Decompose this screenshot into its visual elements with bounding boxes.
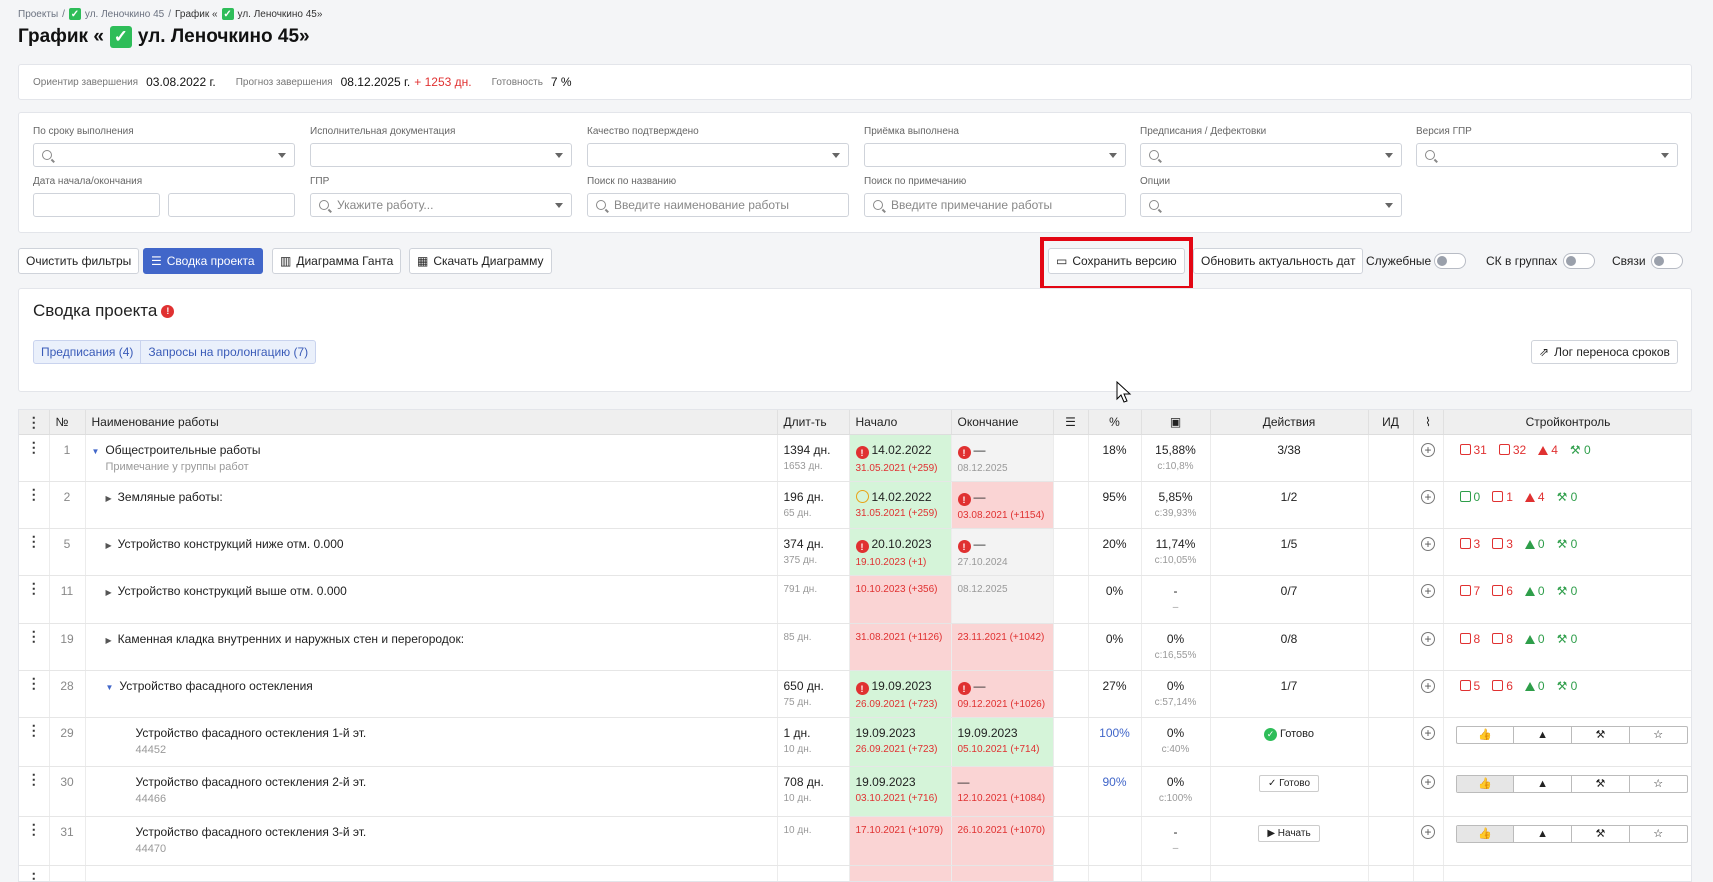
date-end-input[interactable] [168,193,295,217]
breadcrumb-current: ул. Леночкино 45» [237,8,323,20]
table-row[interactable]: ⋮ 28 ▼ Устройство фасадного остекления 65… [19,670,1691,718]
table-row[interactable]: ⋮ 19 ▶ Каменная кладка внутренних и наруж… [19,623,1691,671]
search-icon [873,200,883,210]
table-row[interactable]: ⋮ 11 ▶ Устройство конструкций выше отм. 0… [19,575,1691,624]
download-chart-button[interactable]: ▦ Скачать Диаграмму [409,248,552,274]
row-menu-icon[interactable]: ⋮ [19,434,50,482]
table-row[interactable]: ⋮ 5 ▶ Устройство конструкций ниже отм. 0.… [19,528,1691,576]
table-row[interactable]: ⋮ 29 Устройство фасадного остекления 1-й… [19,717,1691,767]
chevron-down-icon [555,153,563,158]
table-row[interactable]: ⋮ 2 ▶ Земляные работы: 196 дн. 65 дн. 14.0… [19,481,1691,529]
table-row[interactable]: ⋮ [19,865,1691,881]
works-table: ⋮ № Наименование работы Длит-ть Начало О… [18,409,1692,882]
check-icon: ✓ [109,26,132,48]
gpr-select[interactable]: Укажите работу... [310,193,572,217]
check-circle-icon: ✓ [1264,727,1278,741]
deadline-select[interactable] [33,143,295,167]
bar-chart-icon: ▥ [280,254,292,268]
search-icon [319,200,329,210]
breadcrumb-project[interactable]: ул. Леночкино 45 [85,9,164,20]
options-select[interactable] [1140,193,1402,217]
chevron-down-icon [1109,153,1117,158]
star-icon[interactable]: ☆ [1628,726,1687,743]
exec-docs-select[interactable] [310,143,572,167]
search-note-input[interactable]: Введите примечание работы [864,193,1126,217]
transfer-log-button[interactable]: ⇗ Лог переноса сроков [1531,340,1678,364]
clock-icon [855,489,869,503]
search-icon [42,150,52,160]
cost-icon[interactable]: ▣ [1141,410,1211,435]
breadcrumb-current-prefix: График « [175,8,218,20]
chevron-down-icon [1385,203,1393,208]
chevron-down-icon [1661,153,1669,158]
excel-icon: ▦ [417,254,429,268]
search-icon [1149,150,1159,160]
attachment-icon: ⌇ [1413,410,1444,435]
table-row[interactable]: ⋮ 31 Устройство фасадного остекления 3-й… [19,816,1691,866]
chevron-down-icon [1385,153,1393,158]
project-summary-button[interactable]: ☰ Сводка проекта [143,248,263,274]
table-row[interactable]: ⋮ 30 Устройство фасадного остекления 2-й… [19,766,1691,817]
add-icon[interactable]: + [1421,442,1435,457]
project-summary-panel: Сводка проекта! Предписания (4) Запросы … [18,288,1692,392]
page-title: График « ✓ ул. Леночкино 45» [18,26,310,48]
warning-icon[interactable]: ▲ [1513,726,1571,743]
breadcrumb-projects[interactable]: Проекты [18,9,58,20]
chevron-down-icon [832,153,840,158]
sk-groups-toggle[interactable] [1563,253,1595,269]
search-icon [1149,200,1159,210]
tab-prolongation[interactable]: Запросы на пролонгацию (7) [140,341,315,363]
quality-select[interactable] [587,143,849,167]
alert-icon: ! [957,446,971,459]
check-icon: ✓ [221,8,234,20]
links-toggle[interactable] [1651,253,1683,269]
start-button[interactable]: ▶ Начать [1258,824,1320,842]
search-name-input[interactable]: Введите наименование работы [587,193,849,217]
list-icon: ☰ [151,254,162,268]
breadcrumb: Проекты / ✓ ул. Леночкино 45/ График « ✓ … [18,8,323,20]
summary-bar: Ориентир завершения 03.08.2022 г. Прогно… [18,64,1692,100]
gpr-version-select[interactable] [1416,143,1678,167]
date-start-input[interactable] [33,193,160,217]
acceptance-select[interactable] [864,143,1126,167]
columns-menu-icon[interactable]: ⋮ [19,410,50,435]
hammer-icon[interactable]: ⚒ [1571,726,1629,743]
highlight-box [1040,237,1193,290]
alert-icon: ! [855,446,869,459]
alert-icon: ! [957,493,971,506]
refresh-dates-button[interactable]: Обновить актуальность дат [1193,248,1364,274]
project-summary-title: Сводка проекта! [33,301,175,321]
collapse-icon[interactable]: ▼ [92,447,100,456]
table-row[interactable]: ⋮ 1 ▼ Общестроительные работы Примечание у… [19,434,1691,482]
chevron-down-icon [555,203,563,208]
expand-icon[interactable]: ▶ [106,494,112,503]
external-link-icon: ⇗ [1539,345,1550,359]
thumbs-up-icon[interactable]: 👍 [1457,727,1514,743]
search-icon [596,200,606,210]
info-icon: ! [161,304,175,318]
check-icon: ✓ [68,8,81,20]
search-icon [1425,150,1435,160]
clear-filters-button[interactable]: Очистить фильтры [18,248,140,274]
gantt-button[interactable]: ▥ Диаграмма Ганта [272,248,402,274]
service-toggle[interactable] [1434,253,1466,269]
filters-panel: По сроку выполнения Исполнительная докум… [18,112,1692,233]
ready-button[interactable]: ✓ Готово [1258,774,1320,792]
chevron-down-icon [278,153,286,158]
prescriptions-select[interactable] [1140,143,1402,167]
tab-prescriptions[interactable]: Предписания (4) [34,341,140,363]
mouse-cursor-icon [1116,381,1132,403]
checklist-icon[interactable]: ☰ [1053,410,1089,435]
